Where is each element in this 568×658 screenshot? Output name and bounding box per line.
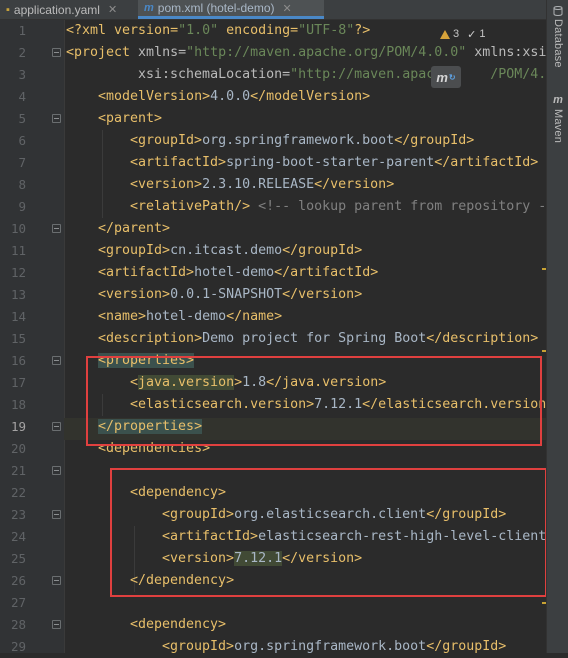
- code-line: <name>hotel-demo</name>: [98, 309, 283, 324]
- fold-marker-icon[interactable]: [52, 576, 61, 585]
- tab-label: application.yaml: [13, 2, 100, 17]
- fold-marker-icon[interactable]: [52, 466, 61, 475]
- code-line: xsi:schemaLocation="http://maven.apache /…: [138, 67, 546, 82]
- maven-icon: m: [553, 94, 563, 106]
- fold-marker-icon[interactable]: [52, 620, 61, 629]
- code-line: <modelVersion>4.0.0</modelVersion>: [98, 89, 371, 104]
- line-number: 17: [10, 375, 26, 390]
- line-number: 6: [18, 133, 26, 148]
- code-line: <description>Demo project for Spring Boo…: [98, 331, 539, 346]
- code-line: <project xmlns="http://maven.apache.org/…: [66, 45, 546, 60]
- line-number: 29: [10, 639, 26, 654]
- fold-marker-icon[interactable]: [52, 114, 61, 123]
- fold-marker-icon[interactable]: [52, 422, 61, 431]
- database-tool-label: Database: [552, 19, 564, 68]
- line-number: 27: [10, 595, 26, 610]
- line-number: 20: [10, 441, 26, 456]
- line-number: 22: [10, 485, 26, 500]
- fold-marker-icon[interactable]: [52, 510, 61, 519]
- line-number: 1: [18, 23, 26, 38]
- code-line: <groupId>org.springframework.boot</group…: [130, 133, 475, 148]
- close-icon[interactable]: ✕: [108, 3, 117, 16]
- right-tool-panel: Database m Maven: [546, 0, 568, 653]
- line-number: 5: [18, 111, 26, 126]
- yaml-file-icon: ▪: [6, 3, 10, 16]
- code-line: <version>0.0.1-SNAPSHOT</version>: [98, 287, 363, 302]
- indent-guide: [102, 130, 103, 218]
- fold-marker-icon[interactable]: [52, 48, 61, 57]
- database-icon: [553, 6, 563, 16]
- line-number: 24: [10, 529, 26, 544]
- line-number: 3: [18, 67, 26, 82]
- maven-tool-label: Maven: [552, 109, 564, 144]
- code-line: <?xml version="1.0" encoding="UTF-8"?>: [66, 23, 371, 38]
- maven-tool-button[interactable]: m Maven: [547, 88, 568, 143]
- line-number: 16: [10, 353, 26, 368]
- code-line: <groupId>cn.itcast.demo</groupId>: [98, 243, 363, 258]
- maven-reload-icon: m: [436, 69, 448, 85]
- code-line: <artifactId>spring-boot-starter-parent</…: [130, 155, 539, 170]
- database-tool-button[interactable]: Database: [547, 0, 568, 68]
- editor-tab-bar: ▪ application.yaml ✕ m pom.xml (hotel-de…: [0, 0, 546, 20]
- line-number: 11: [10, 243, 26, 258]
- warning-icon: [440, 29, 450, 39]
- inspection-widget[interactable]: 3 ✓ 1: [440, 27, 485, 41]
- maven-file-icon: m: [144, 2, 154, 14]
- line-number: 2: [18, 45, 26, 60]
- line-number: 8: [18, 177, 26, 192]
- annotation-box-properties: [86, 356, 542, 446]
- line-number: 4: [18, 89, 26, 104]
- fold-marker-icon[interactable]: [52, 356, 61, 365]
- annotation-box-dependency: [110, 468, 547, 597]
- line-number: 14: [10, 309, 26, 324]
- code-line: <artifactId>hotel-demo</artifactId>: [98, 265, 379, 280]
- code-line: <groupId>org.springframework.boot</group…: [162, 639, 507, 653]
- line-number: 28: [10, 617, 26, 632]
- line-number: 23: [10, 507, 26, 522]
- close-icon[interactable]: ✕: [282, 2, 291, 15]
- code-line: </parent>: [98, 221, 171, 236]
- line-number-gutter[interactable]: 1 2 3 4 5 6 7 8 9 10 11 12 13 14 15 16 1…: [0, 20, 65, 654]
- tab-application-yaml[interactable]: ▪ application.yaml ✕: [0, 0, 138, 19]
- code-line: <version>2.3.10.RELEASE</version>: [130, 177, 395, 192]
- tab-label: pom.xml (hotel-demo): [157, 1, 275, 15]
- maven-reload-button[interactable]: m ↻: [431, 66, 461, 88]
- line-number: 26: [10, 573, 26, 588]
- line-number-current: 19: [10, 419, 26, 434]
- line-number: 9: [18, 199, 26, 214]
- check-icon: ✓: [467, 28, 477, 41]
- line-number: 7: [18, 155, 26, 170]
- line-number: 15: [10, 331, 26, 346]
- code-line: <parent>: [98, 111, 163, 126]
- fold-marker-icon[interactable]: [52, 224, 61, 233]
- code-line: <relativePath/> <!-- lookup parent from …: [130, 199, 546, 214]
- line-number: 18: [10, 397, 26, 412]
- line-number: 13: [10, 287, 26, 302]
- warning-count: 3: [453, 28, 460, 40]
- code-line: <dependency>: [130, 617, 227, 632]
- line-number: 21: [10, 463, 26, 478]
- line-number: 12: [10, 265, 26, 280]
- line-number: 25: [10, 551, 26, 566]
- ok-count: 1: [479, 28, 486, 40]
- line-number: 10: [10, 221, 26, 236]
- tab-pom-xml[interactable]: m pom.xml (hotel-demo) ✕: [138, 0, 324, 19]
